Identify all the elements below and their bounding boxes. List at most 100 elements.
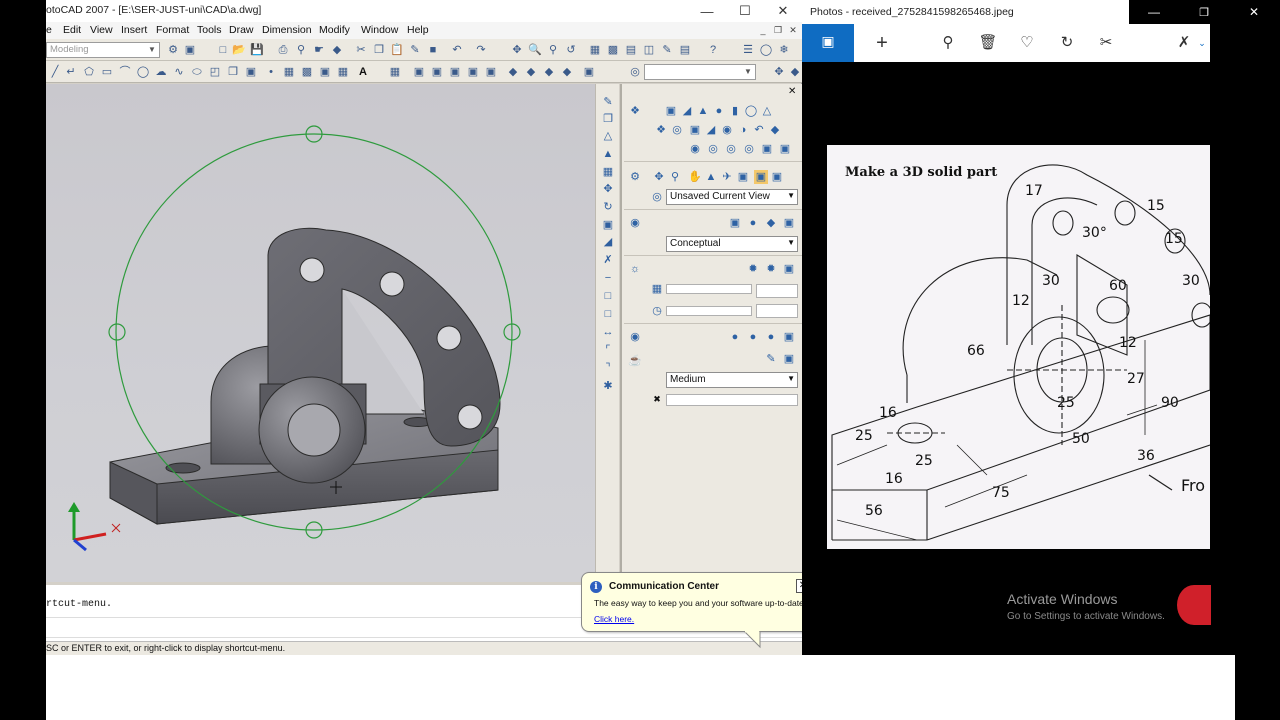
close-button[interactable]: ✕: [1229, 0, 1279, 24]
region-icon[interactable]: ▣: [318, 65, 332, 79]
explode-icon[interactable]: ✱: [600, 378, 616, 394]
favorite-heart-icon[interactable]: ♡: [1016, 32, 1038, 54]
publish-icon[interactable]: ☛: [312, 43, 326, 57]
3d-hidden-icon[interactable]: ●: [746, 216, 760, 230]
visual-style-combo[interactable]: Conceptual ▼: [666, 236, 798, 252]
material-map-icon[interactable]: ●: [764, 330, 778, 344]
menu-help[interactable]: Help: [407, 24, 429, 36]
front-view-icon[interactable]: ▣: [430, 65, 444, 79]
view-combo[interactable]: Unsaved Current View ▼: [666, 189, 798, 205]
minimize-button[interactable]: —: [688, 0, 726, 22]
redo-icon[interactable]: ↷: [474, 43, 488, 57]
restore-button[interactable]: ❐: [1179, 0, 1229, 24]
box-solid-icon[interactable]: ▣: [664, 104, 678, 118]
menu-draw[interactable]: Draw: [229, 24, 254, 36]
union-icon[interactable]: ◉: [720, 123, 734, 137]
minimize-button[interactable]: —: [1129, 0, 1179, 24]
new-icon[interactable]: □: [216, 43, 230, 57]
fillet-icon[interactable]: ⌜: [600, 342, 616, 358]
extrude-icon[interactable]: ❖: [654, 123, 668, 137]
maximize-button[interactable]: ☐: [726, 0, 764, 22]
light-list-icon[interactable]: ▣: [782, 262, 796, 276]
pyramid-icon[interactable]: △: [760, 104, 774, 118]
pan-icon[interactable]: ✥: [510, 43, 524, 57]
join-icon[interactable]: □: [600, 306, 616, 322]
menu-tools[interactable]: Tools: [197, 24, 222, 36]
interfere-icon[interactable]: ◉: [688, 142, 702, 156]
3d-orbit-icon[interactable]: ✥: [772, 65, 786, 79]
walk-icon[interactable]: ▲: [704, 170, 718, 184]
extend-icon[interactable]: −: [600, 270, 616, 286]
layer-icon[interactable]: ☰: [741, 43, 755, 57]
markup-icon[interactable]: ✎: [660, 43, 674, 57]
material-attach-icon[interactable]: ●: [746, 330, 760, 344]
cut-icon[interactable]: ✂: [354, 43, 368, 57]
menu-file[interactable]: e: [46, 24, 52, 36]
mdi-minimize-button[interactable]: _: [756, 23, 770, 37]
photo-image[interactable]: Make a 3D solid part 17 30° 15 15 30 12 …: [827, 145, 1210, 549]
offset-icon[interactable]: ▲: [600, 146, 616, 162]
polyline-icon[interactable]: ↵: [64, 65, 78, 79]
freeze-icon[interactable]: ❄: [777, 43, 791, 57]
right-view-icon[interactable]: ▣: [484, 65, 498, 79]
constrained-orbit-icon[interactable]: ✥: [652, 170, 666, 184]
shell-icon[interactable]: ▣: [760, 142, 774, 156]
spline-icon[interactable]: ∿: [172, 65, 186, 79]
menu-insert[interactable]: Insert: [121, 24, 147, 36]
spot-light-icon[interactable]: ✹: [764, 262, 778, 276]
light-bulb-icon[interactable]: ◯: [759, 43, 773, 57]
realistic-icon[interactable]: ◆: [764, 216, 778, 230]
paste-icon[interactable]: 📋: [390, 43, 404, 57]
save-icon[interactable]: 💾: [250, 43, 264, 57]
ellipse-arc-icon[interactable]: ◰: [208, 65, 222, 79]
subtract-icon[interactable]: ◑: [736, 123, 750, 137]
menu-window[interactable]: Window: [361, 24, 398, 36]
brightness-slider[interactable]: [666, 284, 752, 294]
mdi-close-button[interactable]: ✕: [786, 23, 800, 37]
erase-icon[interactable]: ✎: [600, 94, 616, 110]
workspace-save-icon[interactable]: ▣: [183, 43, 197, 57]
zoom-window-icon[interactable]: ⚲: [546, 43, 560, 57]
properties-icon[interactable]: ▦: [588, 43, 602, 57]
block-editor-icon[interactable]: ■: [426, 43, 440, 57]
menu-format[interactable]: Format: [156, 24, 189, 36]
sheet-set-icon[interactable]: ◫: [642, 43, 656, 57]
trim-icon[interactable]: ✗: [600, 252, 616, 268]
se-iso-icon[interactable]: ◆: [524, 65, 538, 79]
design-center-icon[interactable]: ▩: [606, 43, 620, 57]
nw-iso-icon[interactable]: ◆: [560, 65, 574, 79]
mdi-restore-button[interactable]: ❐: [771, 23, 785, 37]
rotate-icon[interactable]: ↻: [600, 199, 616, 215]
conceptual-icon[interactable]: ▣: [782, 216, 796, 230]
circle-icon[interactable]: ◯: [136, 65, 150, 79]
brightness-value[interactable]: [756, 284, 798, 298]
render-icon[interactable]: ◆: [788, 65, 802, 79]
break-icon[interactable]: □: [600, 288, 616, 304]
ne-iso-icon[interactable]: ◆: [542, 65, 556, 79]
array-icon[interactable]: ▦: [600, 164, 616, 180]
delete-icon[interactable]: 🗑: [977, 32, 999, 54]
materials-window-icon[interactable]: ▣: [782, 330, 796, 344]
scale-icon[interactable]: ▣: [600, 217, 616, 233]
revcloud-icon[interactable]: ☁: [154, 65, 168, 79]
zoom-realtime-icon[interactable]: 🔍: [528, 43, 542, 57]
box-icon[interactable]: ▣: [412, 65, 426, 79]
contrast-value[interactable]: [756, 304, 798, 318]
line-icon[interactable]: ╱: [48, 65, 62, 79]
help-icon[interactable]: ?: [706, 43, 720, 57]
preview-icon[interactable]: ⚲: [294, 43, 308, 57]
tool-palettes-icon[interactable]: ▤: [624, 43, 638, 57]
menu-view[interactable]: View: [90, 24, 113, 36]
left-view-icon[interactable]: ▣: [466, 65, 480, 79]
sw-iso-icon[interactable]: ◆: [506, 65, 520, 79]
cylinder-icon[interactable]: ▮: [728, 104, 742, 118]
material-sphere-icon[interactable]: ●: [728, 330, 742, 344]
see-all-photos-button[interactable]: ▣: [802, 24, 854, 62]
parallel-icon[interactable]: ▣: [770, 170, 784, 184]
mtext-icon[interactable]: A: [356, 65, 370, 79]
render-quality-combo[interactable]: Medium ▼: [666, 372, 798, 388]
point-icon[interactable]: •: [264, 65, 278, 79]
make-block-icon[interactable]: ▣: [244, 65, 258, 79]
calculator-icon[interactable]: ▤: [678, 43, 692, 57]
hide-icon[interactable]: ▦: [388, 65, 402, 79]
